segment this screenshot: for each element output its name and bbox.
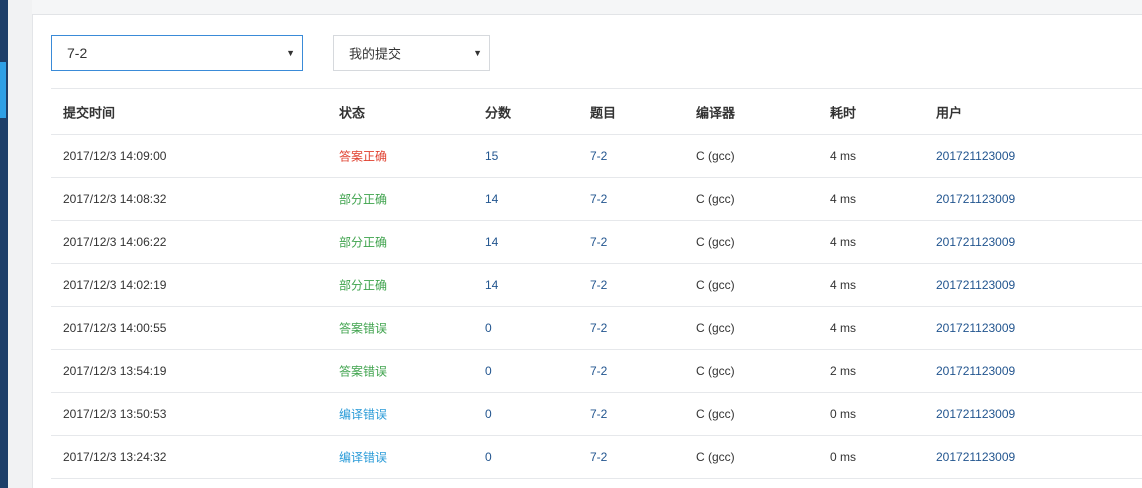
cell-time: 2017/12/3 13:50:53 — [63, 407, 167, 421]
submission-owner-select[interactable]: 我的提交 ▼ — [333, 35, 490, 71]
cell-problem[interactable]: 7-2 — [590, 235, 607, 249]
cell-compiler: C (gcc) — [696, 192, 735, 206]
cell-elapsed: 0 ms — [830, 450, 857, 464]
table-row: 2017/12/3 14:00:55 答案错误 0 7-2 C (gcc) 4 … — [51, 306, 1142, 349]
top-bar — [32, 0, 1142, 15]
cell-user[interactable]: 201721123009 — [936, 192, 1015, 206]
cell-score[interactable]: 14 — [485, 278, 498, 292]
owner-select-value: 我的提交 — [349, 46, 402, 62]
cell-time: 2017/12/3 14:09:00 — [63, 149, 167, 163]
table-row: 2017/12/3 14:02:19 部分正确 14 7-2 C (gcc) 4… — [51, 263, 1142, 306]
table-header: 提交时间 状态 分数 题目 编译器 耗时 用户 — [51, 88, 1142, 134]
problem-select[interactable]: 7-2 ▼ — [51, 35, 303, 71]
cell-time: 2017/12/3 13:24:32 — [63, 450, 167, 464]
cell-user[interactable]: 201721123009 — [936, 235, 1015, 249]
submissions-table: 提交时间 状态 分数 题目 编译器 耗时 用户 2017/12/3 14:09:… — [51, 88, 1142, 479]
cell-compiler: C (gcc) — [696, 321, 735, 335]
cell-elapsed: 2 ms — [830, 364, 857, 378]
cell-elapsed: 4 ms — [830, 278, 857, 292]
header-user: 用户 — [936, 105, 963, 120]
cell-score[interactable]: 0 — [485, 321, 492, 335]
cell-elapsed: 4 ms — [830, 192, 857, 206]
header-score: 分数 — [485, 105, 512, 120]
cell-score[interactable]: 14 — [485, 235, 498, 249]
table-row: 2017/12/3 14:09:00 答案正确 15 7-2 C (gcc) 4… — [51, 134, 1142, 177]
cell-user[interactable]: 201721123009 — [936, 407, 1015, 421]
cell-status[interactable]: 答案正确 — [339, 148, 387, 165]
cell-elapsed: 4 ms — [830, 321, 857, 335]
cell-status[interactable]: 编译错误 — [339, 449, 387, 466]
cell-compiler: C (gcc) — [696, 450, 735, 464]
caret-down-icon: ▼ — [286, 48, 295, 58]
cell-status[interactable]: 答案错误 — [339, 320, 387, 337]
header-compiler: 编译器 — [696, 105, 736, 120]
cell-status[interactable]: 部分正确 — [339, 191, 387, 208]
cell-time: 2017/12/3 14:02:19 — [63, 278, 167, 292]
cell-compiler: C (gcc) — [696, 149, 735, 163]
cell-problem[interactable]: 7-2 — [590, 192, 607, 206]
cell-user[interactable]: 201721123009 — [936, 321, 1015, 335]
cell-problem[interactable]: 7-2 — [590, 450, 607, 464]
header-status: 状态 — [339, 105, 366, 120]
table-row: 2017/12/3 13:24:32 编译错误 0 7-2 C (gcc) 0 … — [51, 435, 1142, 479]
cell-status[interactable]: 编译错误 — [339, 406, 387, 423]
table-row: 2017/12/3 14:06:22 部分正确 14 7-2 C (gcc) 4… — [51, 220, 1142, 263]
cell-elapsed: 4 ms — [830, 149, 857, 163]
cell-problem[interactable]: 7-2 — [590, 321, 607, 335]
cell-time: 2017/12/3 13:54:19 — [63, 364, 167, 378]
cell-problem[interactable]: 7-2 — [590, 407, 607, 421]
table-row: 2017/12/3 14:08:32 部分正确 14 7-2 C (gcc) 4… — [51, 177, 1142, 220]
cell-score[interactable]: 15 — [485, 149, 498, 163]
cell-user[interactable]: 201721123009 — [936, 364, 1015, 378]
cell-status[interactable]: 部分正确 — [339, 234, 387, 251]
cell-problem[interactable]: 7-2 — [590, 278, 607, 292]
header-elapsed: 耗时 — [830, 105, 857, 120]
cell-time: 2017/12/3 14:00:55 — [63, 321, 167, 335]
cell-elapsed: 0 ms — [830, 407, 857, 421]
cell-user[interactable]: 201721123009 — [936, 450, 1015, 464]
cell-status[interactable]: 答案错误 — [339, 363, 387, 380]
cell-elapsed: 4 ms — [830, 235, 857, 249]
header-time: 提交时间 — [63, 105, 116, 120]
caret-down-icon: ▼ — [473, 48, 482, 58]
table-row: 2017/12/3 13:50:53 编译错误 0 7-2 C (gcc) 0 … — [51, 392, 1142, 435]
cell-score[interactable]: 0 — [485, 450, 492, 464]
cell-time: 2017/12/3 14:06:22 — [63, 235, 167, 249]
sidebar-active-indicator[interactable] — [0, 62, 6, 118]
cell-problem[interactable]: 7-2 — [590, 149, 607, 163]
cell-score[interactable]: 0 — [485, 364, 492, 378]
cell-user[interactable]: 201721123009 — [936, 278, 1015, 292]
cell-status[interactable]: 部分正确 — [339, 277, 387, 294]
table-row: 2017/12/3 13:54:19 答案错误 0 7-2 C (gcc) 2 … — [51, 349, 1142, 392]
cell-score[interactable]: 14 — [485, 192, 498, 206]
cell-time: 2017/12/3 14:08:32 — [63, 192, 167, 206]
cell-compiler: C (gcc) — [696, 407, 735, 421]
problem-select-value: 7-2 — [67, 45, 88, 61]
cell-compiler: C (gcc) — [696, 364, 735, 378]
cell-problem[interactable]: 7-2 — [590, 364, 607, 378]
cell-user[interactable]: 201721123009 — [936, 149, 1015, 163]
cell-compiler: C (gcc) — [696, 235, 735, 249]
cell-score[interactable]: 0 — [485, 407, 492, 421]
sidebar-gutter — [8, 0, 33, 488]
header-problem: 题目 — [590, 105, 617, 120]
cell-compiler: C (gcc) — [696, 278, 735, 292]
